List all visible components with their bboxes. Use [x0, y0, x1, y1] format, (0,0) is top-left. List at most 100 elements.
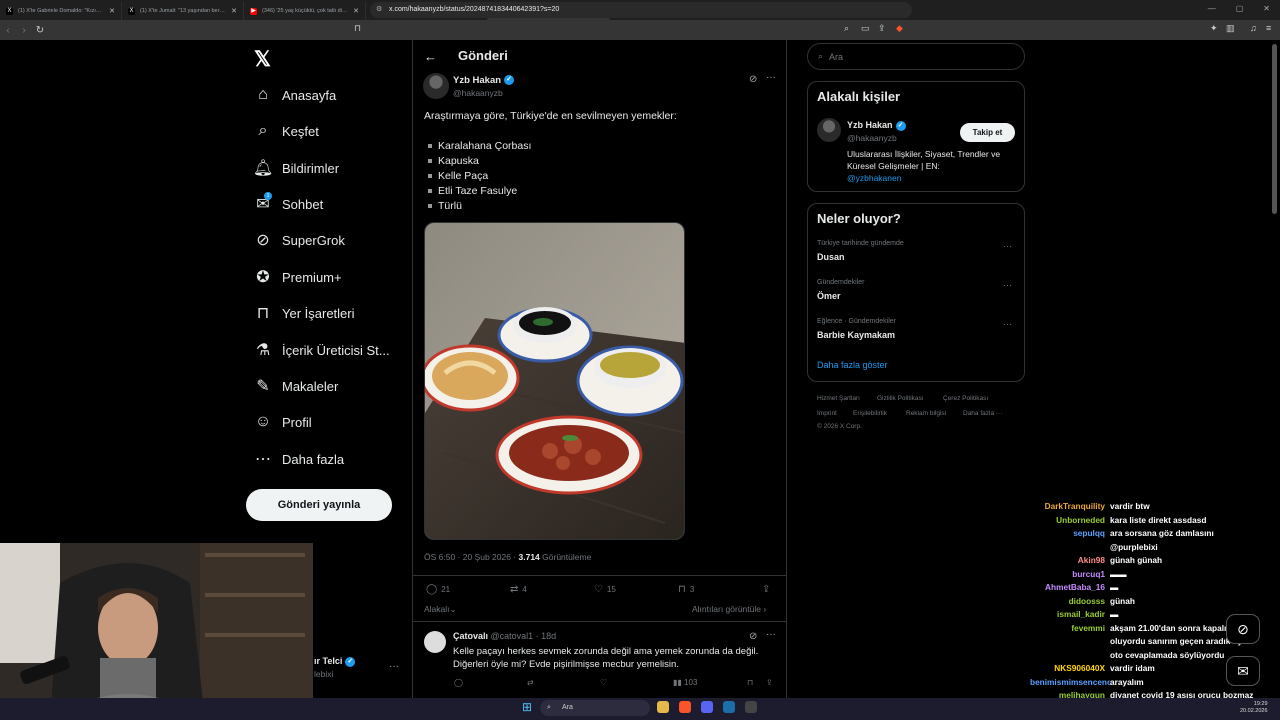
post-image[interactable] — [424, 222, 685, 540]
clock[interactable]: 19:29 20.02.2026 — [1240, 701, 1268, 715]
footer-link[interactable]: Reklam bilgisi — [906, 410, 946, 417]
like-count: 15 — [606, 585, 616, 594]
close-tab-icon[interactable]: ✕ — [231, 7, 237, 15]
scrollbar[interactable] — [1272, 44, 1277, 214]
trend-name[interactable]: Dusan — [817, 252, 845, 262]
windows-start-icon[interactable]: ⊞ — [522, 700, 532, 714]
taskbar-search[interactable]: ⌕ Ara — [540, 700, 650, 716]
bookmark-icon[interactable]: ⊓ — [747, 678, 753, 687]
repost-button[interactable]: ⇄ 4 — [510, 584, 527, 595]
media-icon[interactable]: ♫ — [1250, 23, 1257, 33]
share-icon[interactable]: ⇪ — [878, 23, 886, 34]
post-time[interactable]: ÖS 6:50 · 20 Şub 2026 · — [424, 552, 519, 562]
reply-button[interactable]: ◯ 21 — [426, 584, 450, 595]
site-info-icon[interactable]: ⚙ — [376, 2, 382, 18]
view-quotes-link[interactable]: Alıntıları görüntüle › — [692, 604, 766, 614]
zoom-icon[interactable]: ⌕ — [844, 23, 849, 34]
brave-icon[interactable] — [679, 701, 691, 713]
browser-tab[interactable]: X (1) X'te Gabriele Domaldo: "Kızın dü...… — [0, 2, 122, 20]
author-avatar[interactable] — [423, 73, 449, 99]
footer-link[interactable]: Daha fazla ··· — [963, 410, 1002, 417]
back-nav-icon[interactable]: ‹ — [0, 25, 16, 36]
related-handle[interactable]: @hakaanyzb — [847, 133, 897, 143]
steam-icon[interactable] — [723, 701, 735, 713]
sidebar-icon[interactable]: ▥ — [1226, 23, 1235, 34]
menu-icon[interactable]: ≡ — [1266, 23, 1271, 33]
maximize-icon[interactable]: ▢ — [1236, 4, 1244, 13]
screen-icon[interactable]: ▭ — [861, 23, 870, 34]
trend-more-icon[interactable]: ··· — [1003, 280, 1012, 290]
share-button[interactable]: ⇪ — [762, 584, 770, 595]
footer-link[interactable]: Erişilebilirlik — [853, 410, 887, 417]
footer-link[interactable]: Çerez Politikası — [943, 395, 988, 402]
reply-avatar[interactable] — [424, 631, 446, 653]
forward-nav-icon[interactable]: › — [16, 25, 32, 36]
follow-button[interactable]: Takip et — [960, 123, 1015, 142]
like-button[interactable]: ♡ 15 — [594, 584, 616, 595]
nav-item-9[interactable]: ✎ Makaleler — [252, 371, 338, 401]
bookmark-page-icon[interactable]: ⊓ — [354, 23, 361, 34]
footer-link[interactable]: Gizlilik Politikası — [877, 395, 924, 402]
reload-icon[interactable]: ↻ — [32, 25, 48, 36]
author-handle[interactable]: @hakaanyzb — [453, 88, 503, 98]
trend-name[interactable]: Barbie Kaymakam — [817, 330, 895, 340]
chat-text: oto cevaplamada söylüyordu — [1110, 649, 1225, 660]
footer-link[interactable]: Hizmet Şartları — [817, 395, 860, 402]
related-name[interactable]: Yzb Hakan ✓ — [847, 120, 906, 131]
obs-icon[interactable] — [745, 701, 757, 713]
file-explorer-icon[interactable] — [657, 701, 669, 713]
messages-fab-icon[interactable]: ✉ — [1226, 656, 1260, 686]
nav-item-5[interactable]: ⊘ SuperGrok — [252, 225, 345, 255]
sort-dropdown[interactable]: Alakalı⌄ — [424, 604, 457, 615]
browser-tab[interactable]: X (1) X'te Jumali: "13 yaşından beri ma..… — [122, 2, 244, 20]
url-field[interactable]: ⚙ x.com/hakaanyzb/status/202487418344064… — [370, 2, 912, 18]
show-more-link[interactable]: Daha fazla göster — [817, 360, 888, 370]
browser-tab[interactable]: ▶ (346) '25 yaş küçüktü, çok tatlı diliy.… — [244, 2, 366, 20]
nav-item-8[interactable]: ⚗ İçerik Üreticisi St... — [252, 335, 390, 365]
nav-item-10[interactable]: ☺ Profil — [252, 407, 312, 437]
chevron-down-icon: ⌄ — [449, 604, 457, 614]
author-name[interactable]: Yzb Hakan ✓ — [453, 75, 515, 86]
more-options-icon[interactable]: ··· — [766, 72, 776, 83]
nav-item-3[interactable]: 🔔︎ Bildirimler — [252, 153, 339, 183]
share-icon[interactable]: ⇪ — [766, 678, 773, 687]
nav-item-6[interactable]: ✪ Premium+ — [252, 262, 341, 292]
account-more-icon[interactable]: ··· — [389, 661, 399, 672]
nav-item-2[interactable]: ⌕ Keşfet — [252, 116, 319, 146]
discord-icon[interactable] — [701, 701, 713, 713]
footer-link[interactable]: Imprint — [817, 410, 837, 417]
account-handle[interactable]: lebixi — [314, 669, 333, 679]
close-window-icon[interactable]: ✕ — [1263, 4, 1270, 13]
close-tab-icon[interactable]: ✕ — [109, 7, 115, 15]
close-tab-icon[interactable]: ✕ — [353, 7, 359, 15]
more-options-icon[interactable]: ··· — [766, 629, 776, 640]
search-input[interactable]: ⌕ Ara — [807, 43, 1025, 70]
grok-fab-icon[interactable]: ⊘ — [1226, 614, 1260, 644]
views-button[interactable]: ▮▮ 103 — [673, 678, 697, 687]
grok-icon[interactable]: ⊘ — [749, 631, 757, 642]
brave-shield-icon[interactable]: ◆ — [896, 23, 903, 34]
chat-text: ▬▬ — [1110, 568, 1127, 579]
chat-message: Unborneded kara liste direkt assdasd — [1030, 515, 1206, 525]
trend-more-icon[interactable]: ··· — [1003, 241, 1012, 251]
reply-author[interactable]: Çatovalı @catoval1 · 18d — [453, 631, 556, 641]
heart-icon[interactable]: ♡ — [600, 678, 607, 687]
trend-more-icon[interactable]: ··· — [1003, 319, 1012, 329]
nav-item-4[interactable]: ✉ Sohbet — [252, 189, 323, 219]
extensions-icon[interactable]: ✦ — [1210, 23, 1218, 34]
bookmark-button[interactable]: ⊓ 3 — [678, 584, 694, 595]
related-avatar[interactable] — [817, 118, 841, 142]
repost-icon[interactable]: ⇄ — [527, 678, 534, 687]
reply-icon[interactable]: ◯ — [454, 678, 463, 687]
bio-link[interactable]: @yzbhakanen — [847, 173, 901, 183]
grok-icon[interactable]: ⊘ — [749, 74, 757, 85]
x-logo-icon[interactable]: 𝕏 — [254, 47, 271, 72]
nav-item-1[interactable]: ⌂ Anasayfa — [252, 80, 336, 110]
back-arrow-icon[interactable]: ← — [424, 49, 437, 64]
nav-item-11[interactable]: ⋯ Daha fazla — [252, 444, 344, 474]
post-button[interactable]: Gönderi yayınla — [246, 489, 392, 521]
nav-item-7[interactable]: ⊓ Yer İşaretleri — [252, 298, 355, 328]
trend-name[interactable]: Ömer — [817, 291, 841, 301]
account-name[interactable]: ır Telci ✓ — [314, 656, 356, 667]
minimize-icon[interactable]: — — [1208, 4, 1216, 13]
